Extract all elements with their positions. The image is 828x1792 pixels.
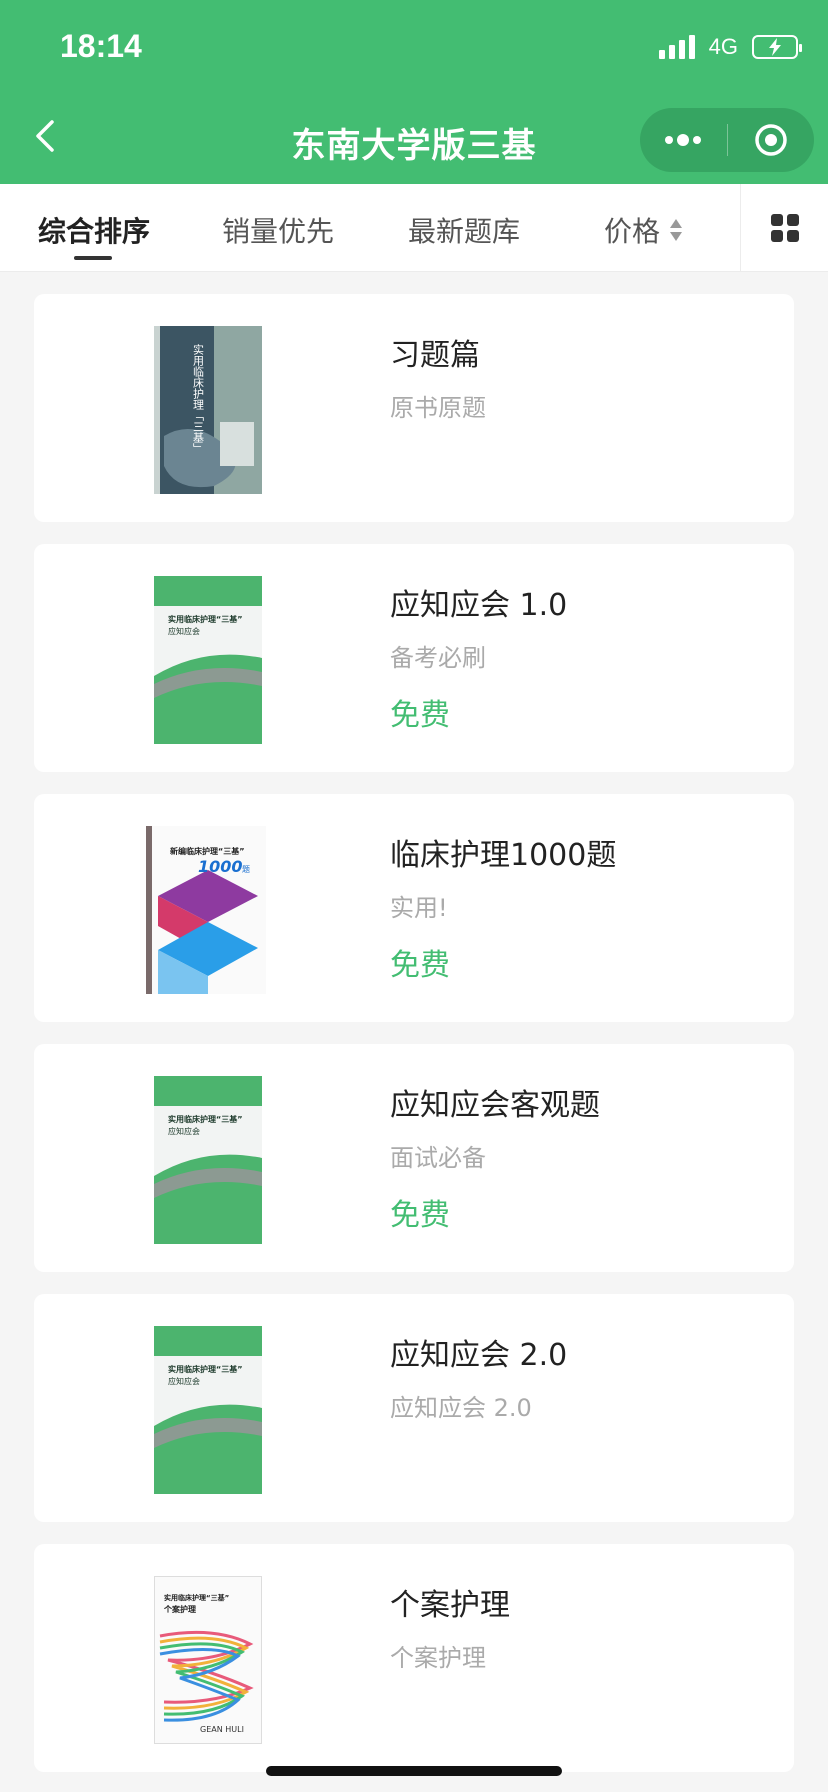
cover-title: 实用临床护理“三基” bbox=[168, 1114, 243, 1124]
list-item[interactable]: 实用临床护理「三基」 习题篇 原书原题 bbox=[34, 294, 794, 522]
item-title: 应知应会 1.0 bbox=[390, 588, 568, 623]
book-cover-image: 实用临床护理“三基” 应知应会 bbox=[154, 576, 262, 744]
book-cover-image: 新编临床护理“三基” 1000 题 bbox=[146, 826, 266, 994]
sort-arrows-icon bbox=[670, 219, 682, 241]
cover-title: 新编临床护理“三基” bbox=[170, 846, 245, 856]
item-subtitle: 备考必刷 bbox=[390, 644, 486, 672]
signal-icon bbox=[658, 35, 695, 59]
book-cover-image: 实用临床护理“三基” 个案护理 GEAN HULI bbox=[154, 1576, 262, 1744]
list-item[interactable]: 实用临床护理“三基” 个案护理 GEAN HULI 个案护理 个案护理 bbox=[34, 1544, 794, 1772]
item-price: 免费 bbox=[390, 948, 450, 983]
more-button[interactable] bbox=[640, 108, 727, 172]
home-indicator[interactable] bbox=[266, 1766, 562, 1776]
navigation-header: 18:14 4G 东南大学版三基 bbox=[0, 0, 828, 184]
cover-subtitle: 应知应会 bbox=[168, 1126, 200, 1136]
book-cover-image: 实用临床护理“三基” 应知应会 bbox=[154, 1076, 262, 1244]
item-price: 免费 bbox=[390, 698, 450, 733]
list-item[interactable]: 实用临床护理“三基” 应知应会 应知应会 1.0 备考必刷 免费 bbox=[34, 544, 794, 772]
item-subtitle: 应知应会 2.0 bbox=[390, 1394, 532, 1422]
cover-title: 实用临床护理“三基” bbox=[168, 1364, 243, 1374]
tab-sales[interactable]: 销量优先 bbox=[222, 210, 334, 250]
sort-tabs: 综合排序 销量优先 最新题库 价格 bbox=[0, 184, 828, 272]
tab-comprehensive[interactable]: 综合排序 bbox=[38, 210, 150, 250]
item-subtitle: 实用! bbox=[390, 894, 448, 922]
item-title: 应知应会客观题 bbox=[390, 1088, 600, 1123]
cover-title: 实用临床护理“三基” bbox=[164, 1593, 229, 1602]
item-subtitle: 个案护理 bbox=[390, 1644, 486, 1672]
tab-price[interactable]: 价格 bbox=[604, 210, 660, 250]
network-type: 4G bbox=[708, 34, 738, 59]
list-item[interactable]: 新编临床护理“三基” 1000 题 临床护理1000题 实用! 免费 bbox=[34, 794, 794, 1022]
status-time: 18:14 bbox=[60, 28, 142, 64]
cover-subtitle: 个案护理 bbox=[163, 1604, 196, 1614]
grid-view-icon bbox=[770, 214, 799, 242]
more-dots-icon bbox=[665, 134, 702, 146]
list-item[interactable]: 实用临床护理“三基” 应知应会 应知应会客观题 面试必备 免费 bbox=[34, 1044, 794, 1272]
item-title: 临床护理1000题 bbox=[390, 838, 617, 873]
battery-charging-icon bbox=[752, 35, 802, 59]
book-cover-image: 实用临床护理「三基」 bbox=[154, 326, 262, 494]
cover-suffix: 题 bbox=[242, 865, 250, 874]
tab-newest[interactable]: 最新题库 bbox=[408, 210, 520, 250]
close-miniprogram-button[interactable] bbox=[728, 108, 815, 172]
layout-toggle-button[interactable] bbox=[740, 184, 828, 272]
cover-title: 实用临床护理“三基” bbox=[168, 614, 243, 624]
list-item[interactable]: 实用临床护理“三基” 应知应会 应知应会 2.0 应知应会 2.0 bbox=[34, 1294, 794, 1522]
miniprogram-capsule bbox=[640, 108, 814, 172]
status-indicators: 4G bbox=[658, 34, 802, 60]
item-price: 免费 bbox=[390, 1198, 450, 1233]
active-tab-indicator bbox=[74, 256, 112, 260]
item-title: 应知应会 2.0 bbox=[390, 1338, 568, 1373]
cover-english-title: GEAN HULI bbox=[200, 1725, 244, 1734]
book-cover-image: 实用临床护理“三基” 应知应会 bbox=[154, 1326, 262, 1494]
cover-subtitle: 应知应会 bbox=[168, 626, 200, 636]
item-title: 习题篇 bbox=[390, 338, 480, 373]
cover-number: 1000 bbox=[198, 857, 243, 876]
cover-subtitle: 应知应会 bbox=[168, 1376, 200, 1386]
item-title: 个案护理 bbox=[390, 1588, 510, 1623]
target-circle-icon bbox=[755, 124, 787, 156]
item-subtitle: 面试必备 bbox=[390, 1144, 486, 1172]
item-subtitle: 原书原题 bbox=[390, 394, 486, 422]
cover-title: 实用临床护理「三基」 bbox=[192, 343, 205, 454]
